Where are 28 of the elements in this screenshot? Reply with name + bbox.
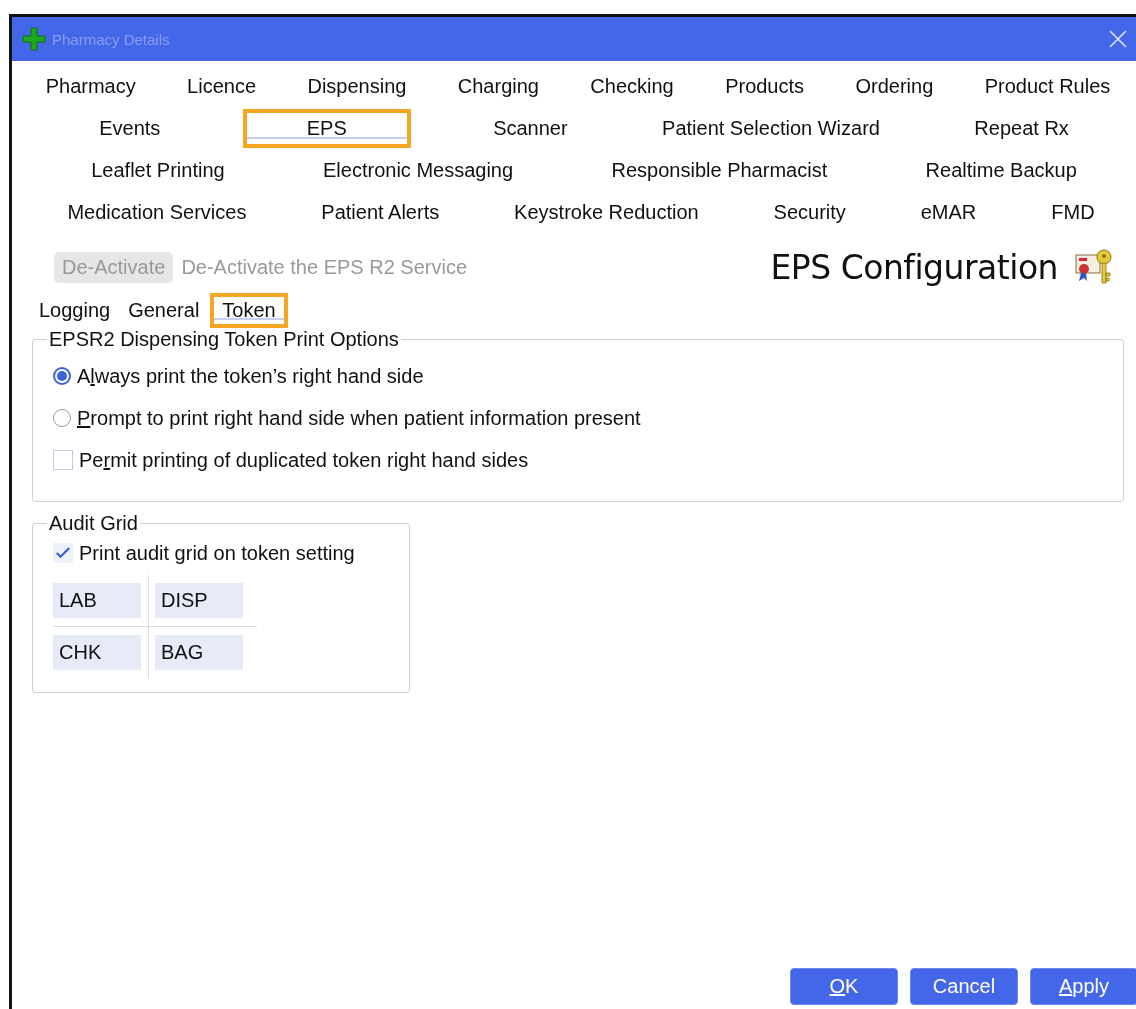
configuration-heading: EPS Configuration — [770, 247, 1058, 287]
option-label: Print audit grid on token setting — [79, 541, 355, 565]
grid-cell-field[interactable]: DISP — [155, 583, 243, 618]
cross-icon — [22, 27, 46, 51]
sub-tab[interactable]: General — [121, 291, 207, 330]
tab[interactable]: Licence — [175, 62, 269, 110]
service-description: De-Activate the EPS R2 Service — [181, 255, 469, 279]
dialog-button[interactable]: Cancel — [910, 968, 1018, 1005]
option-label: Always print the token’s right hand side — [77, 364, 424, 388]
dialog-button[interactable]: Apply — [1030, 968, 1136, 1005]
grid-cell-field[interactable]: CHK — [53, 635, 141, 670]
tab[interactable]: EPS — [242, 108, 411, 148]
option-label: Permit printing of duplicated token right hand sides — [79, 448, 529, 472]
checkbox[interactable] — [53, 450, 73, 470]
radio-button[interactable] — [53, 367, 71, 385]
window-title: Pharmacy Details — [52, 30, 171, 48]
close-icon[interactable] — [1108, 29, 1128, 49]
grid-cell-field[interactable]: LAB — [53, 583, 141, 618]
dialog-button[interactable]: OK — [790, 968, 898, 1005]
group-title: Audit Grid — [48, 512, 139, 535]
sub-tab[interactable]: Logging — [32, 291, 118, 330]
tab[interactable]: Dispensing — [295, 62, 419, 110]
certificate-key-icon — [1074, 247, 1114, 287]
option-label: Prompt to print right hand side when patient information present — [77, 406, 641, 430]
group-title: EPSR2 Dispensing Token Print Options — [48, 328, 400, 351]
sub-tab[interactable]: Token — [210, 293, 288, 328]
grid-cell-field[interactable]: BAG — [155, 635, 243, 670]
checkbox[interactable] — [53, 543, 73, 563]
